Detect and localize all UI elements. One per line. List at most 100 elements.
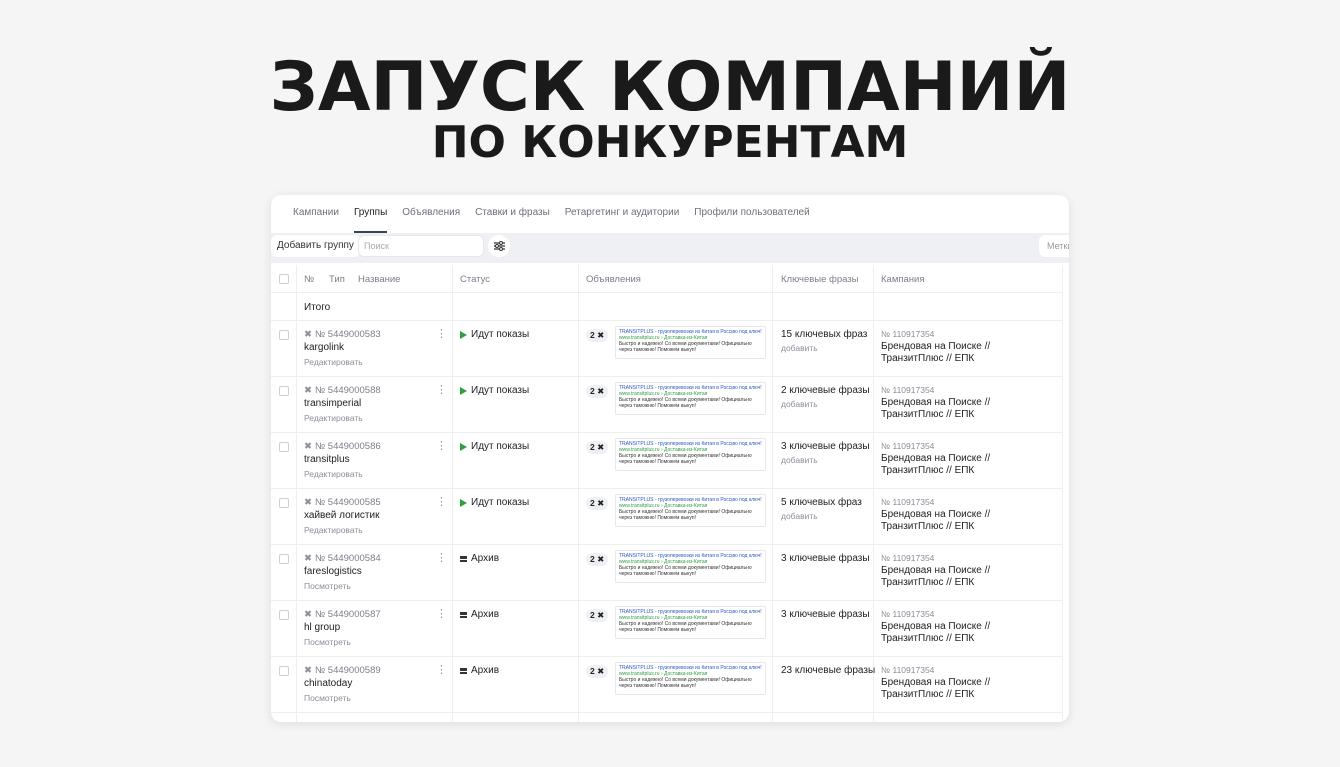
status: Архив [460, 553, 499, 564]
keywords-count[interactable]: 3 ключевые фразы [781, 609, 870, 620]
header-status[interactable]: Статус [460, 274, 490, 285]
keywords-count[interactable]: 15 ключевых фраз [781, 329, 867, 340]
tab-campaigns[interactable]: Кампании [293, 195, 339, 233]
add-keywords-link[interactable]: добавить [781, 511, 818, 521]
add-keywords-link[interactable]: добавить [781, 455, 818, 465]
header-keywords[interactable]: Ключевые фразы [781, 274, 858, 285]
table-row: ✖ № 5449000583 kargolink Редактировать ⋮ Идут… [271, 321, 1063, 377]
ads-count-badge[interactable]: 2 ✖ [586, 385, 609, 398]
ads-count-badge[interactable]: 2 ✖ [586, 609, 609, 622]
campaign-id: № 110917354 [881, 329, 935, 339]
add-keywords-link[interactable]: добавить [781, 399, 818, 409]
campaign-name[interactable]: Брендовая на Поиске // ТранзитПлюс // ЕП… [881, 621, 1051, 645]
group-action-link[interactable]: Посмотреть [304, 581, 351, 591]
header-num[interactable]: № [304, 274, 314, 285]
group-name[interactable]: chinatoday [304, 678, 352, 689]
group-action-link[interactable]: Редактировать [304, 525, 363, 535]
group-action-link[interactable]: Посмотреть [304, 693, 351, 703]
ads-count: 2 [590, 386, 595, 396]
ads-count-badge[interactable]: 2 ✖ [586, 553, 609, 566]
keywords-count[interactable]: 5 ключевых фраз [781, 497, 862, 508]
group-action-link[interactable]: Посмотреть [304, 637, 351, 647]
keywords-count[interactable]: 3 ключевые фразы [781, 441, 870, 452]
more-menu-icon[interactable]: ⋮ [436, 665, 447, 676]
campaign-name[interactable]: Брендовая на Поиске // ТранзитПлюс // ЕП… [881, 397, 1051, 421]
group-id: ✖ № 5449000585 [304, 497, 381, 508]
more-menu-icon[interactable]: ⋮ [436, 441, 447, 452]
campaign-name[interactable]: Брендовая на Поиске // ТранзитПлюс // ЕП… [881, 341, 1051, 365]
keywords-count[interactable]: 23 ключевые фразы [781, 665, 875, 676]
more-menu-icon[interactable]: ⋮ [436, 329, 447, 340]
add-group-button[interactable]: Добавить группу [271, 235, 360, 257]
ad-preview[interactable]: TRANSITPLUS - грузоперевозки из Китая в … [615, 494, 766, 527]
group-action-link[interactable]: Редактировать [304, 413, 363, 423]
group-id: ✖ № 5449000583 [304, 329, 381, 340]
group-action-link[interactable]: Редактировать [304, 469, 363, 479]
search-input[interactable] [358, 235, 484, 257]
campaign-id: № 110917354 [881, 385, 935, 395]
close-icon: ✖ [304, 497, 312, 508]
labels-button[interactable]: Метки [1039, 235, 1069, 257]
tab-ads[interactable]: Объявления [402, 195, 460, 233]
row-checkbox[interactable] [279, 666, 289, 676]
row-checkbox[interactable] [279, 442, 289, 452]
filter-button[interactable] [488, 235, 510, 257]
close-icon: ✖ [597, 554, 605, 564]
group-id-text: № 5449000587 [314, 609, 381, 620]
ad-preview-text2: через таможню! Поможем выкуп! [619, 403, 696, 409]
tab-bids-phrases[interactable]: Ставки и фразы [475, 195, 550, 233]
campaign-name[interactable]: Брендовая на Поиске // ТранзитПлюс // ЕП… [881, 509, 1051, 533]
row-checkbox[interactable] [279, 610, 289, 620]
more-menu-icon[interactable]: ⋮ [436, 385, 447, 396]
campaign-name[interactable]: Брендовая на Поиске // ТранзитПлюс // ЕП… [881, 677, 1051, 701]
header-type[interactable]: Тип [329, 274, 345, 285]
row-checkbox[interactable] [279, 330, 289, 340]
more-menu-icon[interactable]: ⋮ [436, 497, 447, 508]
ads-count-badge[interactable]: 2 ✖ [586, 665, 609, 678]
ad-preview[interactable]: TRANSITPLUS - грузоперевозки из Китая в … [615, 326, 766, 359]
group-name[interactable]: хайвей логистик [304, 510, 379, 521]
select-all-checkbox[interactable] [279, 274, 289, 284]
tab-retargeting[interactable]: Ретаргетинг и аудитории [565, 195, 680, 233]
ad-preview[interactable]: TRANSITPLUS - грузоперевозки из Китая в … [615, 606, 766, 639]
play-icon [460, 386, 467, 395]
group-id: ✖ № 5449000588 [304, 385, 381, 396]
table-header: № Тип Название Статус Объявления Ключевы… [271, 265, 1063, 293]
more-menu-icon[interactable]: ⋮ [436, 553, 447, 564]
toolbar: Добавить группу Метки [271, 233, 1069, 263]
group-name[interactable]: transimperial [304, 398, 361, 409]
ad-preview[interactable]: TRANSITPLUS - грузоперевозки из Китая в … [615, 382, 766, 415]
group-name[interactable]: fareslogistics [304, 566, 362, 577]
ad-preview[interactable]: TRANSITPLUS - грузоперевозки из Китая в … [615, 662, 766, 695]
close-icon: ✖ [304, 553, 312, 564]
group-name[interactable]: kargolink [304, 342, 344, 353]
campaign-name[interactable]: Брендовая на Поиске // ТранзитПлюс // ЕП… [881, 565, 1051, 589]
group-name[interactable]: transitplus [304, 454, 350, 465]
tab-groups[interactable]: Группы [353, 195, 388, 233]
header-campaign[interactable]: Кампания [881, 274, 924, 285]
group-action-link[interactable]: Редактировать [304, 357, 363, 367]
status-text: Идут показы [471, 441, 530, 452]
add-keywords-link[interactable]: добавить [781, 343, 818, 353]
row-checkbox[interactable] [279, 498, 289, 508]
ad-preview[interactable]: TRANSITPLUS - грузоперевозки из Китая в … [615, 550, 766, 583]
total-label: Итого [304, 302, 331, 313]
campaign-name[interactable]: Брендовая на Поиске // ТранзитПлюс // ЕП… [881, 453, 1051, 477]
row-checkbox[interactable] [279, 554, 289, 564]
ads-count-badge[interactable]: 2 ✖ [586, 497, 609, 510]
keywords-count[interactable]: 3 ключевые фразы [781, 553, 870, 564]
status-text: Идут показы [471, 497, 530, 508]
ads-count-badge[interactable]: 2 ✖ [586, 441, 609, 454]
keywords-count[interactable]: 2 ключевые фразы [781, 385, 870, 396]
more-menu-icon[interactable]: ⋮ [436, 609, 447, 620]
header-ads[interactable]: Объявления [586, 274, 641, 285]
group-name[interactable]: hl group [304, 622, 340, 633]
ads-count-badge[interactable]: 2 ✖ [586, 329, 609, 342]
ad-preview[interactable]: TRANSITPLUS - грузоперевозки из Китая в … [615, 438, 766, 471]
total-row: Итого [271, 293, 1063, 321]
status: Идут показы [460, 329, 529, 340]
tab-user-profiles[interactable]: Профили пользователей [694, 195, 809, 233]
play-icon [460, 498, 467, 507]
row-checkbox[interactable] [279, 386, 289, 396]
header-name[interactable]: Название [358, 274, 400, 285]
